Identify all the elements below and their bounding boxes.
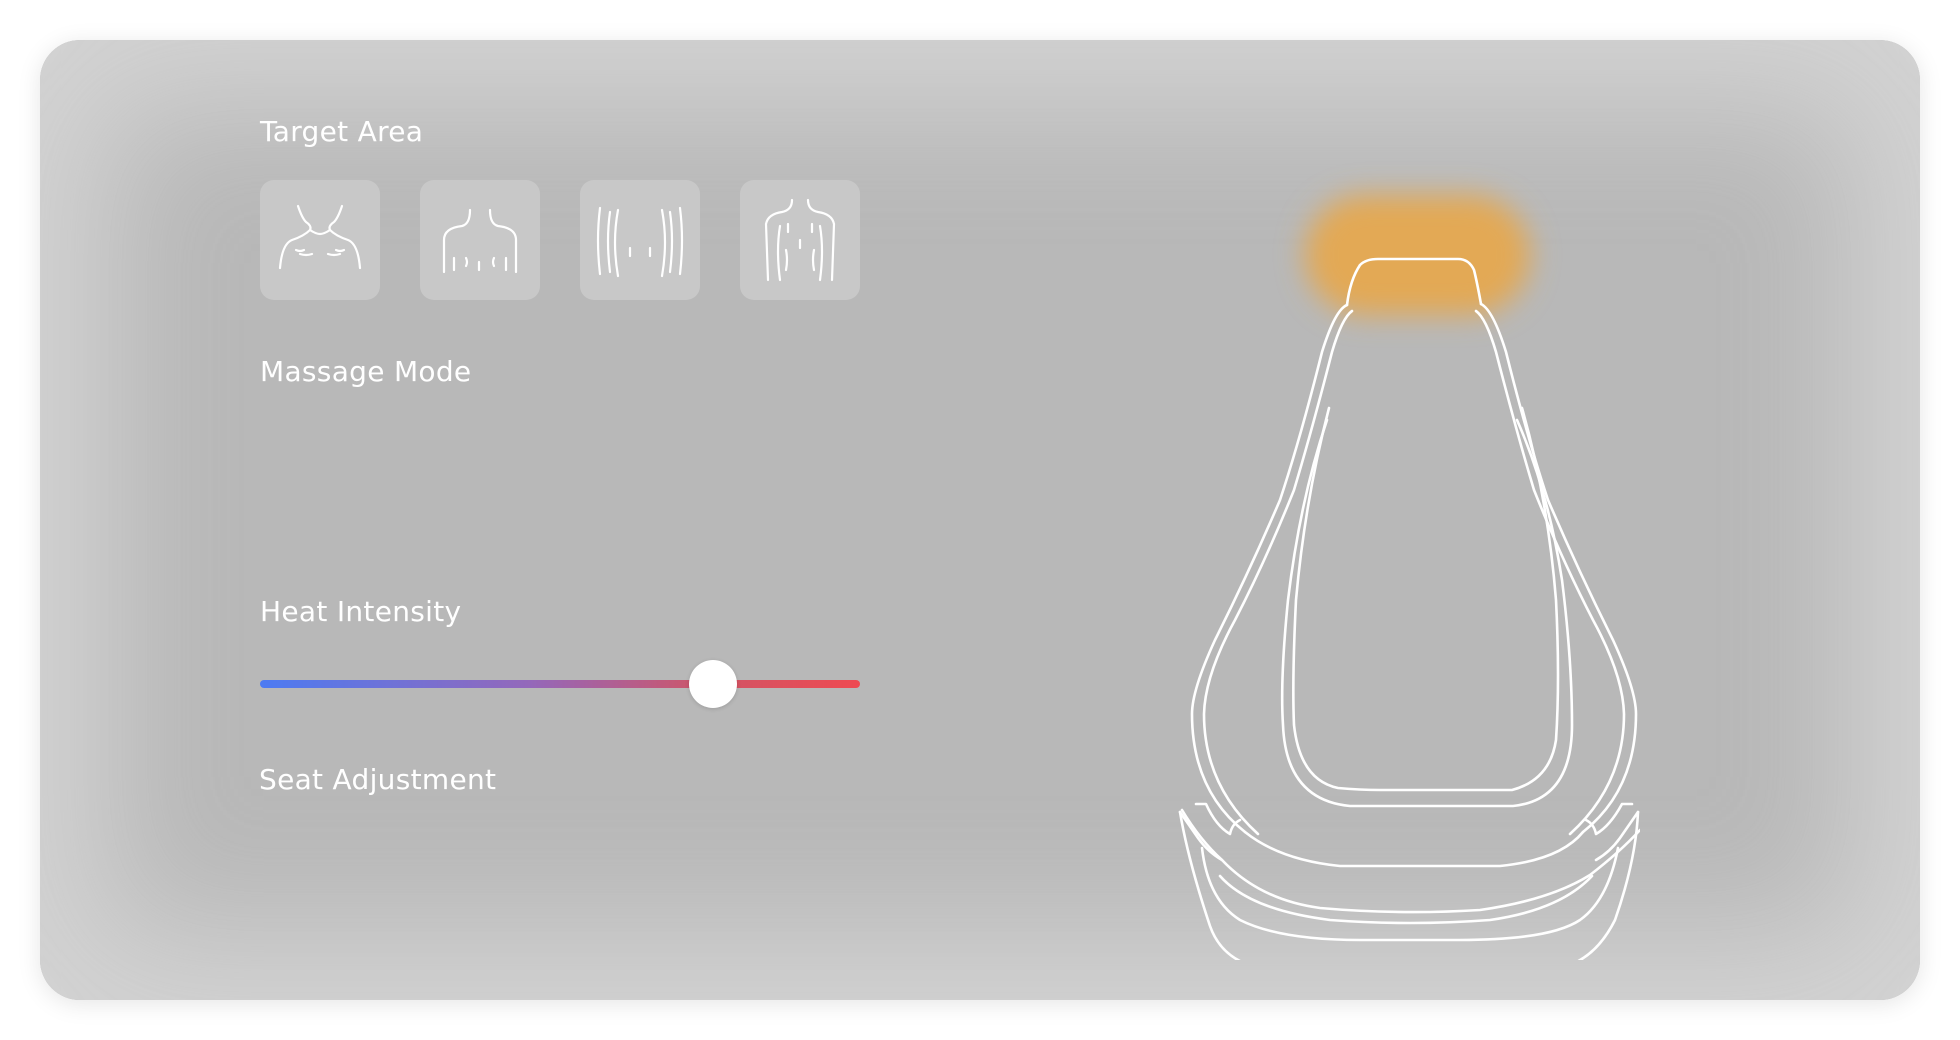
heat-intensity-title: Heat Intensity bbox=[260, 595, 462, 628]
neck-zone-highlight bbox=[1305, 195, 1530, 315]
target-upper-back-button[interactable] bbox=[420, 180, 540, 300]
seat-illustration bbox=[1080, 140, 1640, 960]
massage-seat-icon bbox=[1178, 195, 1640, 960]
target-full-back-button[interactable] bbox=[740, 180, 860, 300]
target-neck-shoulders-button[interactable] bbox=[260, 180, 380, 300]
heat-intensity-slider-track[interactable] bbox=[260, 680, 860, 688]
full-back-icon bbox=[764, 198, 836, 282]
neck-shoulders-icon bbox=[278, 204, 362, 270]
upper-back-icon bbox=[442, 208, 518, 274]
target-area-title: Target Area bbox=[260, 115, 424, 148]
heat-intensity-slider-thumb[interactable] bbox=[689, 660, 737, 708]
target-lower-back-button[interactable] bbox=[580, 180, 700, 300]
massage-control-panel: Target Area Massage Mode Heat Intensity … bbox=[40, 40, 1920, 1000]
lower-back-icon bbox=[596, 206, 684, 278]
seat-adjustment-title: Seat Adjustment bbox=[259, 763, 497, 796]
massage-mode-title: Massage Mode bbox=[260, 355, 472, 388]
